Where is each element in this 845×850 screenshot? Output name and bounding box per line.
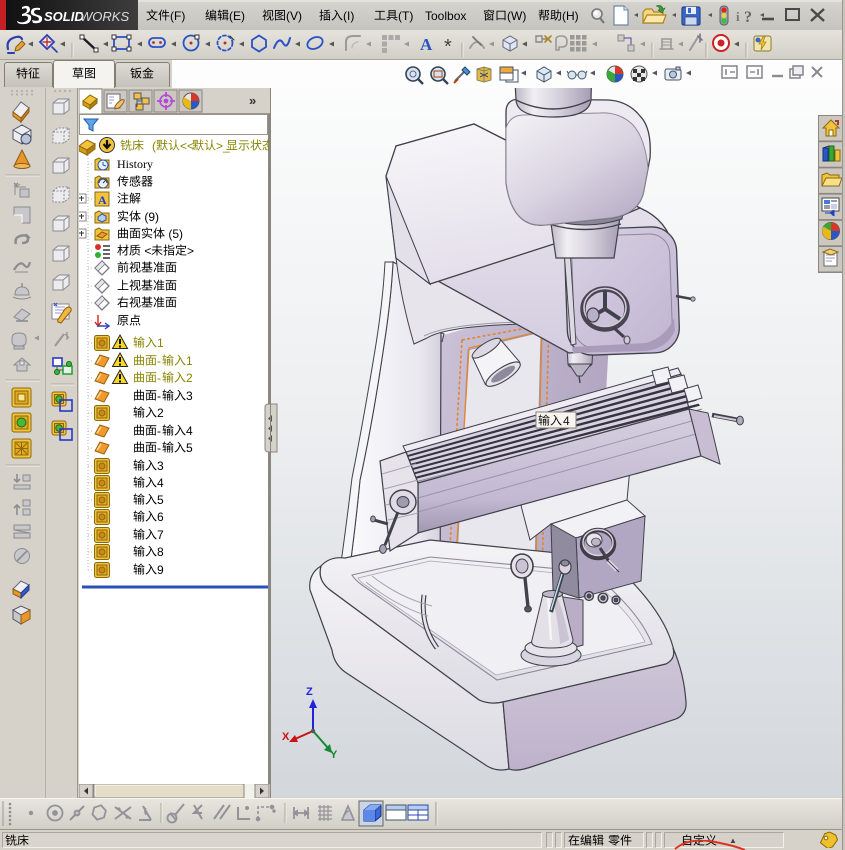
svg-text:?: ? [744,9,752,26]
svg-text:A: A [420,35,433,54]
svg-text:i: i [736,9,740,24]
svg-text:*: * [444,36,452,58]
